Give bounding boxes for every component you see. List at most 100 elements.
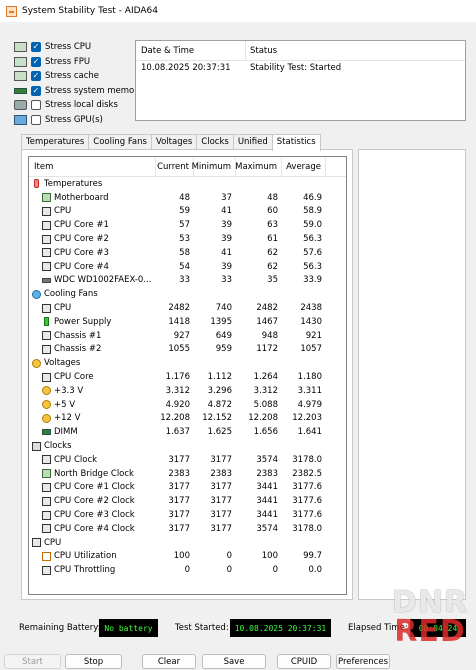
column-maximum[interactable]: Maximum [235, 157, 282, 176]
table-row[interactable]: Chassis #2 1055 959 1172 1057 [29, 343, 346, 357]
row-minimum-value: 3177 [210, 496, 232, 507]
preferences-button[interactable]: Preferences [336, 654, 390, 669]
table-row[interactable]: CPU Core 1.176 1.112 1.264 1.180 [29, 370, 346, 384]
row-average-value: 3177.6 [292, 496, 322, 507]
table-row[interactable]: CPU Core #1 Clock 3177 3177 3441 3177.6 [29, 481, 346, 495]
column-item[interactable]: Item [29, 157, 156, 176]
row-item-label: CPU Throttling [54, 565, 116, 576]
stress-disks-checkbox[interactable] [31, 100, 41, 111]
tab-statistics[interactable]: Statistics [271, 134, 321, 151]
remaining-battery-label: Remaining Battery: [19, 623, 101, 633]
fpu-icon [14, 56, 27, 67]
table-row[interactable]: WDC WD1002FAEX-0... 33 33 35 33.9 [29, 274, 346, 288]
tab-unified[interactable]: Unified [232, 134, 273, 150]
table-group-row[interactable]: Clocks [29, 439, 346, 453]
graph-area [358, 149, 466, 600]
row-minimum-value: 33 [221, 275, 232, 286]
table-row[interactable]: CPU 2482 740 2482 2438 [29, 301, 346, 315]
stress-gpu-option[interactable]: Stress GPU(s) [14, 113, 143, 128]
stress-cache-option[interactable]: ✓ Stress cache [14, 69, 143, 84]
row-average-value: 3178.0 [292, 523, 322, 534]
table-row[interactable]: CPU Core #3 Clock 3177 3177 3441 3177.6 [29, 508, 346, 522]
table-row[interactable]: CPU Core #1 57 39 63 59.0 [29, 218, 346, 232]
table-group-row[interactable]: Voltages [29, 356, 346, 370]
log-row[interactable]: 10.08.2025 20:37:31 Stability Test: Star… [136, 61, 465, 75]
blank-icon [42, 331, 51, 341]
tab-cooling-fans[interactable]: Cooling Fans [88, 134, 152, 150]
fan-icon [32, 289, 41, 299]
row-maximum-value: 5.088 [253, 399, 278, 410]
row-maximum-value: 12.208 [248, 413, 278, 424]
table-row[interactable]: CPU Core #2 Clock 3177 3177 3441 3177.6 [29, 494, 346, 508]
row-item-label: +3.3 V [54, 385, 84, 396]
table-row[interactable]: +5 V 4.920 4.872 5.088 4.979 [29, 398, 346, 412]
stop-button[interactable]: Stop [65, 654, 122, 669]
row-average-value: 46.9 [303, 192, 322, 203]
table-group-row[interactable]: Cooling Fans [29, 287, 346, 301]
table-row[interactable]: Power Supply 1418 1395 1467 1430 [29, 315, 346, 329]
power-supply-icon [44, 317, 49, 327]
row-current-value: 1418 [168, 316, 190, 327]
stress-cpu-option[interactable]: ✓ Stress CPU [14, 40, 143, 55]
table-row[interactable]: CPU Clock 3177 3177 3574 3178.0 [29, 453, 346, 467]
column-average[interactable]: Average [282, 157, 326, 176]
tab-voltages[interactable]: Voltages [150, 134, 198, 150]
stress-fpu-option[interactable]: ✓ Stress FPU [14, 55, 143, 70]
stress-memory-checkbox[interactable]: ✓ [31, 85, 41, 96]
voltage-icon [42, 413, 51, 423]
table-row[interactable]: North Bridge Clock 2383 2383 2383 2382.5 [29, 467, 346, 481]
row-item-cell: CPU [29, 538, 156, 548]
table-group-row[interactable]: CPU [29, 536, 346, 550]
status-log-list[interactable]: Date & Time Status 10.08.2025 20:37:31 S… [135, 40, 466, 121]
column-current[interactable]: Current [156, 157, 194, 176]
aida64-app-icon [6, 5, 17, 17]
row-item-label: Chassis #1 [54, 330, 102, 341]
statistics-table[interactable]: Item Current Minimum Maximum Average Tem… [28, 156, 347, 595]
row-item-cell: +5 V [29, 400, 156, 410]
table-row[interactable]: +12 V 12.208 12.152 12.208 12.203 [29, 412, 346, 426]
row-item-cell: +3.3 V [29, 386, 156, 396]
stress-cache-label: Stress cache [45, 71, 99, 82]
row-average-value: 3.311 [297, 385, 322, 396]
stress-cache-checkbox[interactable]: ✓ [31, 71, 41, 82]
tab-clocks[interactable]: Clocks [196, 134, 234, 150]
watermark-line2: RED [394, 614, 466, 649]
row-maximum-value: 61 [267, 234, 278, 245]
stress-memory-option[interactable]: ✓ Stress system memory [14, 84, 143, 99]
table-row[interactable]: CPU Utilization 100 0 100 99.7 [29, 550, 346, 564]
cache-icon [14, 71, 27, 82]
cpuid-button[interactable]: CPUID [277, 654, 331, 669]
row-item-cell: Chassis #1 [29, 331, 156, 341]
row-item-label: CPU Core #2 Clock [54, 496, 135, 507]
table-row[interactable]: DIMM 1.637 1.625 1.656 1.641 [29, 425, 346, 439]
stress-memory-label: Stress system memory [45, 85, 143, 96]
table-row[interactable]: +3.3 V 3.312 3.296 3.312 3.311 [29, 384, 346, 398]
table-row[interactable]: Chassis #1 927 649 948 921 [29, 329, 346, 343]
row-item-cell: Chassis #2 [29, 344, 156, 354]
start-button[interactable]: Start [4, 654, 61, 669]
stress-cpu-checkbox[interactable]: ✓ [31, 42, 41, 53]
log-header-status[interactable]: Status [246, 46, 277, 56]
table-row[interactable]: CPU Throttling 0 0 0 0.0 [29, 563, 346, 577]
row-minimum-value: 3177 [210, 523, 232, 534]
stress-fpu-checkbox[interactable]: ✓ [31, 56, 41, 67]
thermometer-icon [34, 179, 39, 189]
log-header-datetime[interactable]: Date & Time [136, 41, 246, 60]
column-minimum[interactable]: Minimum [192, 157, 236, 176]
table-group-row[interactable]: Temperatures [29, 177, 346, 191]
table-row[interactable]: CPU Core #2 53 39 61 56.3 [29, 232, 346, 246]
row-average-value: 99.7 [303, 551, 322, 562]
save-button[interactable]: Save [202, 654, 266, 669]
table-row[interactable]: CPU Core #4 Clock 3177 3177 3574 3178.0 [29, 522, 346, 536]
stress-gpu-checkbox[interactable] [31, 114, 41, 125]
row-minimum-value: 3177 [210, 454, 232, 465]
table-row[interactable]: CPU 59 41 60 58.9 [29, 205, 346, 219]
tab-temperatures[interactable]: Temperatures [21, 134, 90, 150]
table-row[interactable]: CPU Core #4 54 39 62 56.3 [29, 260, 346, 274]
row-item-label: Power Supply [54, 316, 112, 327]
row-average-value: 2382.5 [292, 468, 322, 479]
table-row[interactable]: Motherboard 48 37 48 46.9 [29, 191, 346, 205]
stress-disks-option[interactable]: Stress local disks [14, 98, 143, 113]
clear-button[interactable]: Clear [142, 654, 196, 669]
table-row[interactable]: CPU Core #3 58 41 62 57.6 [29, 246, 346, 260]
